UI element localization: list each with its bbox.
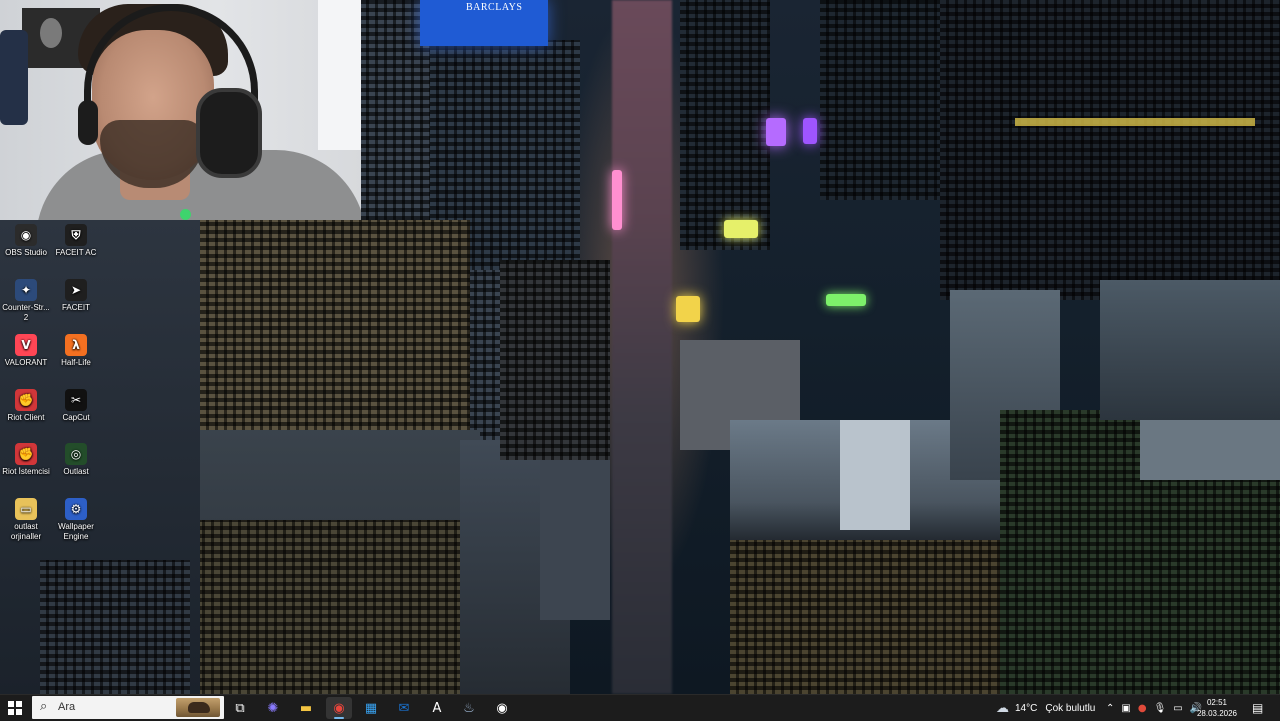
wallpaper-building <box>200 220 470 430</box>
wallpaper-avenue <box>612 0 672 694</box>
wallpaper-building <box>730 540 1000 694</box>
desktop-icon[interactable]: ✦ Counter-Str... 2 <box>0 279 52 323</box>
clock-time: 02:51 <box>1206 698 1228 707</box>
desktop-icon-label: outlast orjinaller <box>10 522 42 541</box>
neon-sign <box>724 220 758 238</box>
desktop-icon[interactable]: ◉ OBS Studio <box>0 224 52 258</box>
windows-logo-icon <box>16 701 22 707</box>
valorant-icon: V <box>15 334 37 356</box>
neon-sign <box>676 296 700 322</box>
desktop-icon-label: CapCut <box>62 413 90 422</box>
windows-logo-icon <box>8 701 14 707</box>
desktop-icon-label: FACEIT <box>61 303 90 312</box>
system-tray: ⌃ ▣ ● 🎙 ▭ 🔊 <box>1106 695 1202 721</box>
desktop-icon-label: Outlast <box>63 467 89 476</box>
tray-app-icon[interactable]: ● <box>1138 703 1147 714</box>
wallpaper-building <box>840 420 910 530</box>
desktop-icon[interactable]: ✂ CapCut <box>50 389 102 423</box>
outlast-icon: ◎ <box>65 443 87 465</box>
outlook-icon[interactable]: ✉ <box>391 697 417 719</box>
search-placeholder: Ara <box>58 701 76 713</box>
weather-condition: Çok bulutlu <box>1045 702 1096 714</box>
weather-temp: 14°C <box>1015 702 1038 714</box>
desktop-icon[interactable]: ▭ outlast orjinaller <box>0 498 52 542</box>
half-life-icon: λ <box>65 334 87 356</box>
wallpaper-building <box>680 0 770 250</box>
headphone-right-cup <box>196 88 262 178</box>
desktop-icon[interactable]: ◎ Outlast <box>50 443 102 477</box>
window-curtain <box>318 0 361 150</box>
folder-icon: ▭ <box>15 498 37 520</box>
notification-icon: ▤ <box>1252 701 1264 715</box>
wallpaper-building <box>160 520 460 694</box>
system-clock[interactable]: 02:51 28.03.2026 <box>1196 697 1238 719</box>
cloud-icon: ☁ <box>996 700 1009 716</box>
neon-sign <box>826 294 866 306</box>
cs2-icon: ✦ <box>15 279 37 301</box>
wallpaper-building <box>1100 280 1280 420</box>
neon-sign <box>612 170 622 230</box>
search-icon: ⌕ <box>40 699 48 714</box>
mic-indicator <box>180 209 191 220</box>
wallpaper-building <box>940 0 1280 300</box>
wallpaper-building <box>540 460 610 620</box>
tray-app-icon[interactable]: ▣ <box>1121 703 1130 714</box>
wallpaper-engine-icon: ⚙ <box>65 498 87 520</box>
headphone-left-cup <box>78 100 98 145</box>
desktop-icon[interactable]: ✊ Riot İstemcisi <box>0 443 52 477</box>
riot-istemcisi-icon: ✊ <box>15 443 37 465</box>
faceit-icon: ➤ <box>65 279 87 301</box>
chevron-up-icon[interactable]: ⌃ <box>1106 703 1114 714</box>
neon-sign <box>766 118 786 146</box>
billboard-text: BARCLAYS <box>466 2 523 13</box>
start-button[interactable] <box>8 701 22 715</box>
desktop-icon-label: FACEIT AC <box>55 248 97 257</box>
obs-icon[interactable]: ◉ <box>489 697 515 719</box>
taskbar-search[interactable]: ⌕ Ara <box>32 696 224 719</box>
notification-button[interactable]: ▤ <box>1252 695 1263 721</box>
chrome-icon[interactable]: ◉ <box>326 697 352 719</box>
search-highlight-image <box>176 698 220 717</box>
neon-sign <box>803 118 817 144</box>
capcut-icon: ✂ <box>65 389 87 411</box>
task-view-icon[interactable]: ⧉ <box>227 697 253 719</box>
desktop-icon[interactable]: ⚙ Wallpaper Engine <box>50 498 102 542</box>
windows-logo-icon <box>8 709 14 715</box>
desktop-icon-label: VALORANT <box>4 358 48 367</box>
microsoft-store-icon[interactable]: ▦ <box>358 697 384 719</box>
copilot-icon[interactable]: ✺ <box>260 697 286 719</box>
desktop-icon[interactable]: ➤ FACEIT <box>50 279 102 313</box>
wallpaper-building <box>40 560 190 694</box>
app-a-icon[interactable]: A <box>424 697 450 719</box>
faceit-ac-icon: ⛨ <box>65 224 87 246</box>
desktop-icon[interactable]: V VALORANT <box>0 334 52 368</box>
desktop-icon-label: OBS Studio <box>5 248 47 257</box>
desktop-icon-label: Wallpaper Engine <box>58 522 94 541</box>
file-explorer-icon[interactable]: ▬ <box>293 697 319 719</box>
wallpaper-billboard: BARCLAYS <box>420 0 548 46</box>
microphone-icon[interactable]: 🎙 <box>1154 703 1167 714</box>
desktop-icon-label: Riot İstemcisi <box>2 467 50 476</box>
weather-widget[interactable]: ☁ 14°C Çok bulutlu <box>996 695 1095 721</box>
wallpaper-building <box>1140 410 1280 480</box>
wallpaper-building <box>820 0 940 200</box>
clock-date: 28.03.2026 <box>1196 709 1238 718</box>
hanging-coat <box>0 30 28 125</box>
steam-icon[interactable]: ♨ <box>456 697 482 719</box>
desktop-icon-label: Counter-Str... 2 <box>2 303 50 322</box>
desktop-icon[interactable]: ⛨ FACEIT AC <box>50 224 102 258</box>
taskbar: ⌕ Ara ⧉ ✺ ▬ ◉ ▦ ✉ A ♨ ◉ ☁ 14°C Çok bulutlu ⌃ ▣ ●… <box>0 694 1280 721</box>
desktop-icon[interactable]: ✊ Riot Client <box>0 389 52 423</box>
wallpaper-building <box>500 260 610 460</box>
network-icon[interactable]: ▭ <box>1173 703 1182 714</box>
webcam-overlay <box>0 0 361 220</box>
obs-icon: ◉ <box>15 224 37 246</box>
desktop-icon-label: Half-Life <box>61 358 91 367</box>
riot-client-icon: ✊ <box>15 389 37 411</box>
desktop-icon-label: Riot Client <box>7 413 45 422</box>
desktop-icon[interactable]: λ Half-Life <box>50 334 102 368</box>
windows-logo-icon <box>16 709 22 715</box>
wallpaper-building <box>1015 118 1255 126</box>
